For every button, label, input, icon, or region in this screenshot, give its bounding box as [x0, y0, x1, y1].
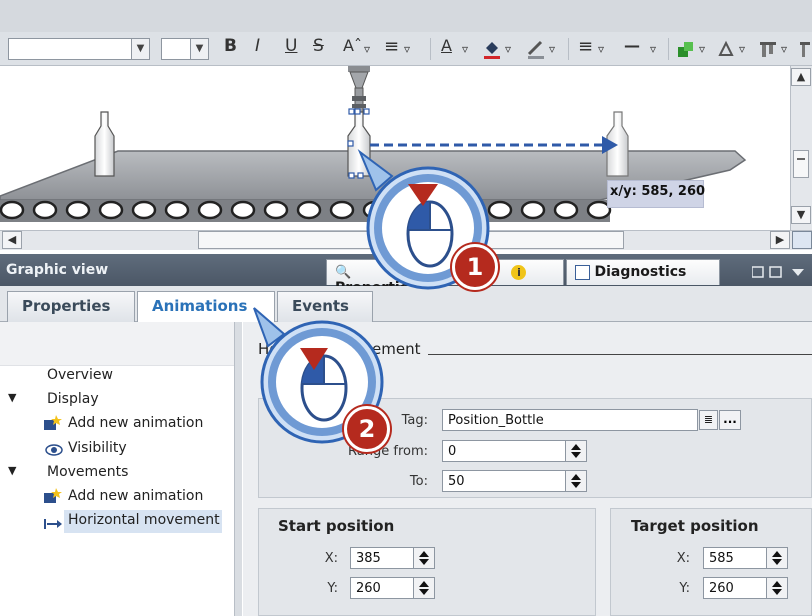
underline-button[interactable]: U: [285, 36, 297, 56]
chevron-down-icon[interactable]: ▿: [549, 42, 555, 56]
rotate-icon[interactable]: [716, 39, 736, 59]
bold-button[interactable]: B: [224, 36, 237, 56]
horizontal-move-icon: [44, 515, 64, 529]
chevron-down-icon[interactable]: ▼: [131, 39, 149, 59]
more-tools-icon[interactable]: [798, 39, 812, 59]
target-y-input[interactable]: 260: [703, 577, 767, 599]
top-strip: [0, 0, 812, 32]
scroll-up-icon[interactable]: ▲: [791, 68, 811, 86]
tree-item-movements-add[interactable]: Add new animation: [68, 488, 203, 504]
expand-icon[interactable]: ▼: [8, 391, 16, 404]
tag-more-button[interactable]: ...: [719, 410, 741, 430]
font-grow-button[interactable]: Aˆ: [343, 36, 362, 55]
tree-item-display-add[interactable]: Add new animation: [68, 415, 203, 431]
arrange-front-icon[interactable]: [676, 39, 696, 59]
font-family-combo[interactable]: ▼: [8, 38, 150, 60]
line-style-button[interactable]: —: [624, 36, 640, 55]
section-divider: [428, 354, 812, 355]
tree-header: [0, 322, 234, 366]
tree-item-overview[interactable]: Overview: [47, 367, 113, 383]
fill-color-icon[interactable]: [482, 38, 502, 60]
chevron-down-icon[interactable]: ▿: [699, 42, 705, 56]
target-x-input[interactable]: 585: [703, 547, 767, 569]
step-badge-1: 1: [452, 244, 498, 290]
window-controls[interactable]: [751, 264, 806, 280]
toolbar-separator: [430, 38, 431, 60]
target-y-label: Y:: [679, 581, 690, 596]
start-x-input[interactable]: 385: [350, 547, 414, 569]
overview-window-icon[interactable]: [792, 231, 812, 249]
font-size-combo[interactable]: ▼: [161, 38, 209, 60]
toolbar-separator: [668, 38, 669, 60]
start-y-label: Y:: [327, 581, 338, 596]
scroll-down-icon[interactable]: ▼: [791, 206, 811, 224]
tree-item-movements[interactable]: Movements: [47, 464, 128, 480]
range-to-label: To:: [409, 474, 428, 489]
chevron-down-icon[interactable]: ▿: [462, 42, 468, 56]
chevron-down-icon[interactable]: ▿: [364, 42, 370, 56]
align-button[interactable]: ≡: [384, 36, 399, 57]
chevron-down-icon[interactable]: ▿: [781, 42, 787, 56]
start-position-title: Start position: [278, 517, 395, 535]
italic-button[interactable]: I: [255, 36, 260, 56]
expand-icon[interactable]: ▼: [8, 464, 16, 477]
add-animation-icon: [44, 415, 62, 431]
tag-browse-icon[interactable]: ≣: [699, 410, 718, 430]
toolbar-separator: [568, 38, 569, 60]
range-from-input[interactable]: 0: [442, 440, 566, 462]
chevron-down-icon[interactable]: ▿: [505, 42, 511, 56]
tree-item-horizontal-movement[interactable]: Horizontal movement: [68, 512, 220, 528]
step-badge-2: 2: [344, 406, 390, 452]
target-x-label: X:: [676, 551, 690, 566]
filler-nozzle: [348, 66, 370, 113]
text-color-button[interactable]: A: [441, 36, 452, 55]
target-position-title: Target position: [631, 517, 759, 535]
line-color-icon[interactable]: [526, 38, 546, 60]
eye-icon: [45, 441, 63, 456]
coordinate-label: x/y: 585, 260: [610, 184, 706, 199]
add-animation-icon: [44, 488, 62, 504]
chevron-down-icon[interactable]: ▿: [650, 42, 656, 56]
chevron-down-icon[interactable]: ▿: [598, 42, 604, 56]
info-icon: i: [511, 264, 527, 280]
subtab-properties[interactable]: Properties: [7, 291, 135, 322]
chevron-down-icon[interactable]: ▿: [739, 42, 745, 56]
range-to-stepper[interactable]: [565, 470, 587, 492]
tree-item-display[interactable]: Display: [47, 391, 99, 407]
diagnostics-icon: [575, 264, 590, 280]
inspector-title: Graphic view: [6, 262, 109, 278]
bottle-left: [94, 111, 115, 177]
tree-item-visibility[interactable]: Visibility: [68, 440, 127, 456]
scroll-left-icon[interactable]: ◀: [2, 231, 22, 249]
list-button[interactable]: ≡: [578, 36, 593, 57]
start-x-label: X:: [324, 551, 338, 566]
strikethrough-button[interactable]: S: [313, 36, 324, 56]
range-to-input[interactable]: 50: [442, 470, 566, 492]
tab-diagnostics[interactable]: Diagnostics: [566, 259, 720, 285]
target-y-stepper[interactable]: [766, 577, 788, 599]
vertical-scroll-thumb[interactable]: [793, 150, 809, 178]
chevron-down-icon[interactable]: ▼: [190, 39, 208, 59]
range-from-stepper[interactable]: [565, 440, 587, 462]
tag-input[interactable]: Position_Bottle: [442, 409, 698, 431]
target-x-stepper[interactable]: [766, 547, 788, 569]
align-objects-icon[interactable]: [758, 39, 778, 59]
chevron-down-icon[interactable]: ▿: [404, 42, 410, 56]
start-y-input[interactable]: 260: [350, 577, 414, 599]
start-x-stepper[interactable]: [413, 547, 435, 569]
scroll-right-icon[interactable]: ▶: [770, 231, 790, 249]
start-y-stepper[interactable]: [413, 577, 435, 599]
